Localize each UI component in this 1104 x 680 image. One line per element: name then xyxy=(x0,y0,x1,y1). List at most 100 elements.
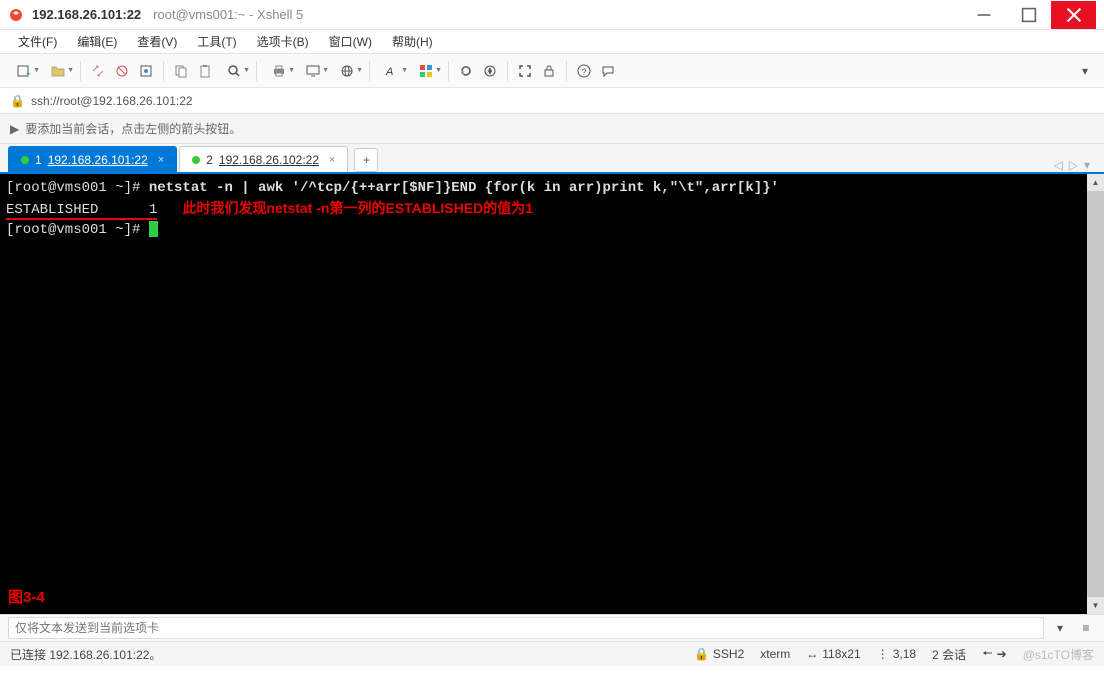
status-terminal-type: xterm xyxy=(760,647,790,661)
watermark: @s1cTO博客 xyxy=(1023,646,1094,663)
tab-label: 192.168.26.101:22 xyxy=(48,153,148,167)
print-button[interactable]: ▼ xyxy=(263,60,295,82)
hint-text: 要添加当前会话，点击左侧的箭头按钮。 xyxy=(25,120,241,137)
toolbar: +▼ ▼ ▼ ▼ ▼ ▼ A▼ ▼ ? ▾ xyxy=(0,54,1104,88)
tab-menu-icon[interactable]: ▾ xyxy=(1084,158,1090,172)
tab-number: 1 xyxy=(35,153,42,167)
close-button[interactable] xyxy=(1051,1,1096,29)
separator xyxy=(566,61,567,81)
refresh-button[interactable] xyxy=(455,60,477,82)
svg-text:A: A xyxy=(385,66,393,78)
open-button[interactable]: ▼ xyxy=(42,60,74,82)
prev-icon[interactable]: 🠔 xyxy=(982,644,993,665)
menu-window[interactable]: 窗口(W) xyxy=(321,31,380,52)
compose-dropdown-icon[interactable]: ▾ xyxy=(1050,618,1070,638)
paste-button[interactable] xyxy=(194,60,216,82)
hintbar: ▶ 要添加当前会话，点击左侧的箭头按钮。 xyxy=(0,114,1104,144)
maximize-button[interactable] xyxy=(1006,1,1051,29)
separator xyxy=(80,61,81,81)
title-app: root@vms001:~ - Xshell 5 xyxy=(153,7,303,22)
separator xyxy=(369,61,370,81)
menu-help[interactable]: 帮助(H) xyxy=(384,31,441,52)
tab-close-icon[interactable]: × xyxy=(158,154,164,166)
app-icon xyxy=(8,7,24,23)
fullscreen-button[interactable] xyxy=(514,60,536,82)
lock-button[interactable] xyxy=(538,60,560,82)
globe-button[interactable]: ▼ xyxy=(331,60,363,82)
hint-icon: ▶ xyxy=(10,122,19,136)
menu-view[interactable]: 查看(V) xyxy=(129,31,185,52)
tab-nav: ◁ ▷ ▾ xyxy=(1054,158,1097,172)
scrollbar[interactable]: ▲ ▼ xyxy=(1087,174,1104,614)
tab-prev-icon[interactable]: ◁ xyxy=(1054,158,1063,172)
scrollbar-track[interactable] xyxy=(1087,191,1104,597)
title-host: 192.168.26.101:22 xyxy=(32,7,141,22)
menu-tools[interactable]: 工具(T) xyxy=(189,31,244,52)
tab-number: 2 xyxy=(206,153,213,167)
menu-edit[interactable]: 编辑(E) xyxy=(69,31,125,52)
address-url[interactable]: ssh://root@192.168.26.101:22 xyxy=(31,94,193,108)
lock-icon: 🔒 xyxy=(10,94,25,108)
compass-button[interactable] xyxy=(479,60,501,82)
plus-icon: + xyxy=(363,153,370,167)
prompt: [root@vms001 ~]# xyxy=(6,180,149,196)
compose-menu-icon[interactable]: ≡ xyxy=(1076,618,1096,638)
help-button[interactable]: ? xyxy=(573,60,595,82)
disconnect-button[interactable] xyxy=(111,60,133,82)
compose-input[interactable] xyxy=(8,617,1044,639)
font-button[interactable]: A▼ xyxy=(376,60,408,82)
output-line: ESTABLISHED 1 xyxy=(6,202,157,220)
status-sessions: 2 会话 xyxy=(932,646,966,663)
separator xyxy=(163,61,164,81)
menubar: 文件(F) 编辑(E) 查看(V) 工具(T) 选项卡(B) 窗口(W) 帮助(… xyxy=(0,30,1104,54)
separator xyxy=(448,61,449,81)
addressbar: 🔒 ssh://root@192.168.26.101:22 xyxy=(0,88,1104,114)
tab-add-button[interactable]: + xyxy=(354,148,378,172)
prompt: [root@vms001 ~]# xyxy=(6,222,149,238)
minimize-button[interactable] xyxy=(961,1,1006,29)
scroll-up-icon[interactable]: ▲ xyxy=(1087,174,1104,191)
figure-label: 图3-4 xyxy=(8,588,45,608)
next-icon[interactable]: ➔ xyxy=(997,647,1007,661)
command-text: netstat -n | awk '/^tcp/{++arr[$NF]}END … xyxy=(149,180,779,196)
find-button[interactable]: ▼ xyxy=(218,60,250,82)
toolbar-dropdown[interactable]: ▾ xyxy=(1074,60,1096,82)
color-button[interactable]: ▼ xyxy=(410,60,442,82)
tab-label: 192.168.26.102:22 xyxy=(219,153,319,167)
copy-button[interactable] xyxy=(170,60,192,82)
menu-tabs[interactable]: 选项卡(B) xyxy=(249,31,317,52)
terminal[interactable]: [root@vms001 ~]# netstat -n | awk '/^tcp… xyxy=(0,174,1087,614)
terminal-area: [root@vms001 ~]# netstat -n | awk '/^tcp… xyxy=(0,174,1104,614)
scrollbar-thumb[interactable] xyxy=(1087,191,1104,597)
status-size: ↔118x21 xyxy=(806,647,860,661)
status-connected: 已连接 192.168.26.101:22。 xyxy=(10,646,161,663)
status-cursor-pos: ⋮3,18 xyxy=(877,647,916,661)
separator xyxy=(256,61,257,81)
cursor xyxy=(149,221,158,237)
compose-bar: ▾ ≡ xyxy=(0,614,1104,642)
reconnect-button[interactable] xyxy=(87,60,109,82)
tab-close-icon[interactable]: × xyxy=(329,154,335,166)
tab-session-2[interactable]: 2 192.168.26.102:22 × xyxy=(179,146,348,172)
properties-button[interactable] xyxy=(135,60,157,82)
position-icon: ⋮ xyxy=(877,647,889,661)
statusbar: 已连接 192.168.26.101:22。 🔒SSH2 xterm ↔118x… xyxy=(0,642,1104,666)
scroll-down-icon[interactable]: ▼ xyxy=(1087,597,1104,614)
resize-icon: ↔ xyxy=(806,647,818,661)
chat-button[interactable] xyxy=(597,60,619,82)
menu-file[interactable]: 文件(F) xyxy=(10,31,65,52)
screen-button[interactable]: ▼ xyxy=(297,60,329,82)
titlebar: 192.168.26.101:22 root@vms001:~ - Xshell… xyxy=(0,0,1104,30)
svg-text:?: ? xyxy=(582,67,587,77)
status-nav: 🠔➔ xyxy=(982,644,1007,665)
tab-session-1[interactable]: 1 192.168.26.101:22 × xyxy=(8,146,177,172)
svg-text:+: + xyxy=(26,69,31,78)
tab-next-icon[interactable]: ▷ xyxy=(1069,158,1078,172)
separator xyxy=(507,61,508,81)
lock-icon: 🔒 xyxy=(694,647,709,661)
tabbar: 1 192.168.26.101:22 × 2 192.168.26.102:2… xyxy=(0,144,1104,174)
status-dot-icon xyxy=(21,156,29,164)
annotation-text: 此时我们发现netstat -n第一列的ESTABLISHED的值为1 xyxy=(182,200,533,216)
status-protocol: 🔒SSH2 xyxy=(694,647,744,661)
new-session-button[interactable]: +▼ xyxy=(8,60,40,82)
